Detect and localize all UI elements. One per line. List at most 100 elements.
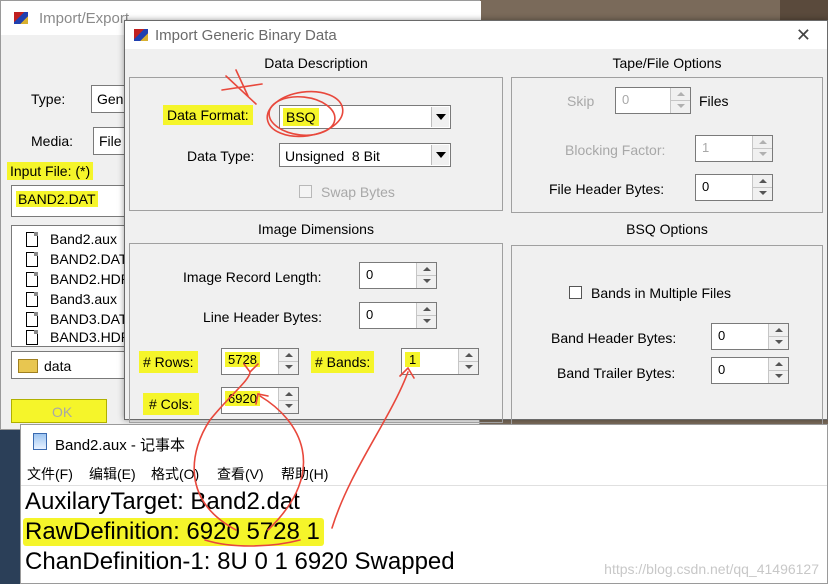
- erdas-app-icon: [13, 10, 29, 26]
- band-header-bytes-value: 0: [718, 328, 726, 343]
- swap-bytes-label: Swap Bytes: [321, 184, 395, 200]
- spin-up-icon[interactable]: [671, 88, 690, 101]
- swap-bytes-checkbox[interactable]: [299, 185, 312, 198]
- ok-button-label: OK: [52, 404, 73, 420]
- spin-up-icon[interactable]: [753, 136, 772, 149]
- media-label: Media:: [31, 133, 74, 149]
- spin-up-icon[interactable]: [279, 388, 298, 401]
- line-header-bytes-stepper[interactable]: 0: [359, 302, 437, 329]
- spin-down-icon[interactable]: [671, 101, 690, 114]
- file-header-bytes-stepper[interactable]: 0: [695, 174, 773, 201]
- menu-edit[interactable]: 编辑(E): [89, 464, 136, 484]
- file-header-bytes-label: File Header Bytes:: [549, 181, 665, 197]
- text-line-highlighted: RawDefinition: 6920 5728 1: [23, 518, 324, 546]
- menu-format[interactable]: 格式(O): [151, 464, 199, 484]
- notepad-titlebar[interactable]: Band2.aux - 记事本: [21, 425, 827, 459]
- spin-up-icon[interactable]: [753, 175, 772, 188]
- cols-label: # Cols:: [143, 393, 199, 415]
- tape-file-options-header: Tape/File Options: [612, 55, 722, 71]
- data-description-header: Data Description: [264, 55, 368, 71]
- spin-down-icon[interactable]: [417, 276, 436, 289]
- dialog-titlebar[interactable]: Import Generic Binary Data ✕: [125, 21, 827, 49]
- erdas-app-icon: [133, 27, 149, 43]
- image-record-length-stepper[interactable]: 0: [359, 262, 437, 289]
- spin-down-icon[interactable]: [769, 371, 788, 384]
- blocking-factor-stepper[interactable]: 1: [695, 135, 773, 162]
- notepad-menu-bar: 文件(F) 编辑(E) 格式(O) 查看(V) 帮助(H): [21, 459, 827, 485]
- chevron-down-icon[interactable]: [431, 145, 449, 165]
- bands-multiple-files-checkbox[interactable]: [569, 286, 582, 299]
- blocking-factor-value: 1: [702, 140, 710, 155]
- desktop-taskbar-edge: [0, 420, 22, 584]
- spin-up-icon[interactable]: [459, 349, 478, 362]
- spin-up-icon[interactable]: [279, 349, 298, 362]
- data-type-label: Data Type:: [187, 148, 255, 164]
- spin-down-icon[interactable]: [279, 401, 298, 414]
- file-list[interactable]: Band2.aux BAND2.DAT BAND2.HDR Band3.aux …: [11, 225, 131, 347]
- import-export-title: Import/Export: [39, 10, 130, 27]
- folder-icon: [18, 359, 38, 373]
- band-header-bytes-stepper[interactable]: 0: [711, 323, 789, 350]
- spin-up-icon[interactable]: [769, 358, 788, 371]
- data-type-select[interactable]: Unsigned 8 Bit: [279, 143, 451, 167]
- spin-down-icon[interactable]: [753, 149, 772, 162]
- spin-down-icon[interactable]: [769, 337, 788, 350]
- bands-label: # Bands:: [311, 351, 375, 373]
- band-trailer-bytes-label: Band Trailer Bytes:: [557, 365, 676, 381]
- folder-select[interactable]: data: [11, 351, 127, 379]
- document-icon: [26, 232, 38, 247]
- notepad-icon: [33, 433, 47, 450]
- notepad-window: Band2.aux - 记事本 文件(F) 编辑(E) 格式(O) 查看(V) …: [20, 424, 828, 584]
- rows-value: 5728: [225, 352, 260, 367]
- line-header-bytes-label: Line Header Bytes:: [203, 309, 323, 325]
- spin-down-icon[interactable]: [417, 316, 436, 329]
- spin-down-icon[interactable]: [459, 362, 478, 375]
- import-generic-binary-dialog: Import Generic Binary Data ✕ Data Descri…: [124, 20, 828, 425]
- document-icon: [26, 330, 38, 345]
- dialog-title: Import Generic Binary Data: [155, 27, 337, 44]
- band-trailer-bytes-stepper[interactable]: 0: [711, 357, 789, 384]
- menu-view[interactable]: 查看(V): [217, 464, 264, 484]
- media-value: File: [99, 133, 122, 149]
- bands-stepper[interactable]: 1: [401, 348, 479, 375]
- close-icon[interactable]: ✕: [796, 25, 811, 46]
- rows-stepper[interactable]: 5728: [221, 348, 299, 375]
- image-record-length-label: Image Record Length:: [183, 269, 322, 285]
- text-line: ChanDefinition-1: 8U 0 1 6920 Swapped: [25, 548, 455, 575]
- files-label: Files: [699, 93, 729, 109]
- bands-value: 1: [405, 352, 421, 367]
- text-line: AuxilaryTarget: Band2.dat: [25, 488, 300, 515]
- spin-up-icon[interactable]: [417, 263, 436, 276]
- input-file-label: Input File: (*): [7, 162, 94, 180]
- image-record-length-value: 0: [366, 267, 374, 282]
- line-header-bytes-value: 0: [366, 307, 374, 322]
- document-icon: [26, 272, 38, 287]
- image-dimensions-header: Image Dimensions: [258, 221, 374, 237]
- type-label: Type:: [31, 91, 66, 107]
- spin-up-icon[interactable]: [769, 324, 788, 337]
- blocking-factor-label: Blocking Factor:: [565, 142, 666, 158]
- document-icon: [26, 312, 38, 327]
- menu-help[interactable]: 帮助(H): [281, 464, 328, 484]
- data-format-label: Data Format:: [163, 105, 253, 125]
- spin-down-icon[interactable]: [753, 188, 772, 201]
- bsq-options-header: BSQ Options: [626, 221, 708, 237]
- input-file-field[interactable]: BAND2.DAT: [11, 185, 127, 217]
- ok-button[interactable]: OK: [11, 399, 107, 423]
- rows-label: # Rows:: [139, 351, 198, 373]
- skip-stepper[interactable]: 0: [615, 87, 691, 114]
- bands-multiple-files-label: Bands in Multiple Files: [591, 285, 732, 301]
- skip-label: Skip: [567, 93, 595, 109]
- data-format-select[interactable]: BSQ: [279, 105, 451, 129]
- document-icon: [26, 252, 38, 267]
- menu-file[interactable]: 文件(F): [27, 464, 73, 484]
- document-icon: [26, 292, 38, 307]
- band-trailer-bytes-value: 0: [718, 362, 726, 377]
- folder-value: data: [44, 358, 72, 374]
- chevron-down-icon[interactable]: [431, 107, 449, 127]
- spin-up-icon[interactable]: [417, 303, 436, 316]
- data-type-value: Unsigned 8 Bit: [285, 148, 380, 164]
- spin-down-icon[interactable]: [279, 362, 298, 375]
- data-format-value: BSQ: [283, 108, 319, 126]
- cols-stepper[interactable]: 6920: [221, 387, 299, 414]
